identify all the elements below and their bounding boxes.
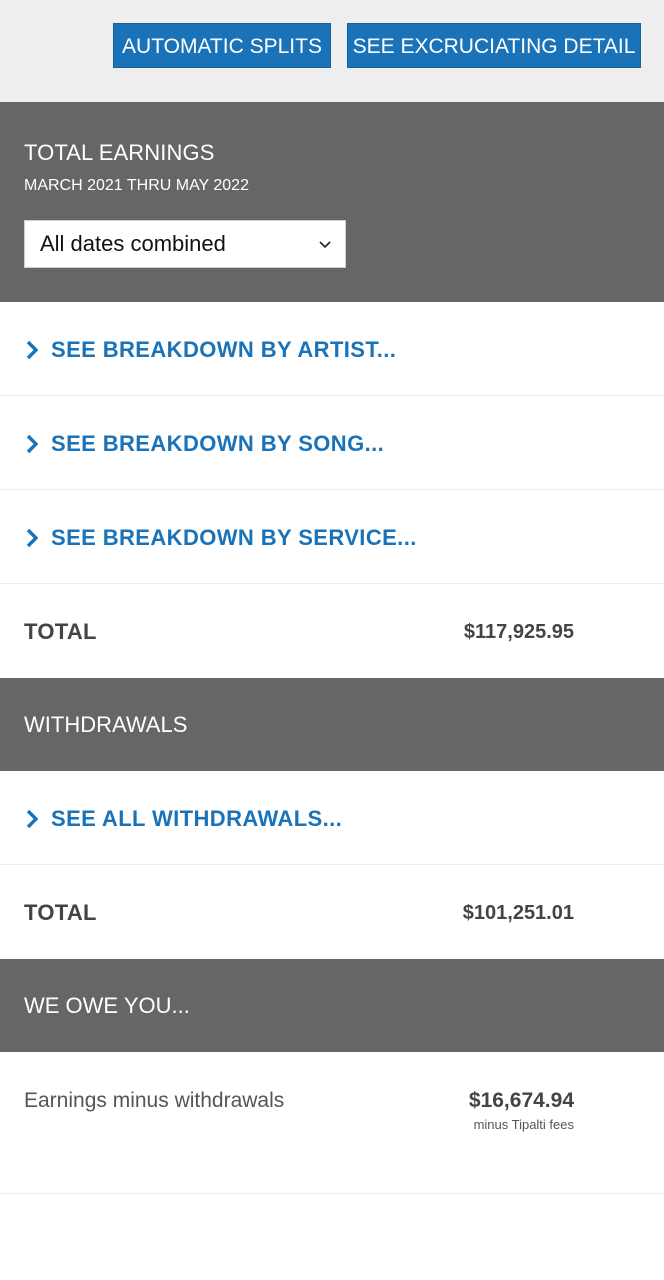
- withdrawals-total-row: TOTAL $101,251.01: [0, 865, 664, 959]
- total-earnings-header: TOTAL EARNINGS MARCH 2021 THRU MAY 2022 …: [0, 102, 664, 302]
- date-range-select[interactable]: All dates combined: [24, 220, 346, 268]
- chevron-right-icon: [26, 809, 38, 829]
- date-range-label: MARCH 2021 THRU MAY 2022: [24, 177, 249, 194]
- breakdown-by-artist-label: SEE BREAKDOWN BY ARTIST...: [51, 337, 397, 362]
- automatic-splits-button[interactable]: AUTOMATIC SPLITS: [113, 23, 331, 68]
- total-earnings-title: TOTAL EARNINGS: [24, 140, 215, 165]
- chevron-down-icon: [319, 241, 331, 249]
- earnings-total-row: TOTAL $117,925.95: [0, 584, 664, 678]
- balance-fee-note: minus Tipalti fees: [473, 1117, 574, 1132]
- chevron-right-icon: [26, 528, 38, 548]
- chevron-right-icon: [26, 340, 38, 360]
- balance-label: Earnings minus withdrawals: [24, 1089, 285, 1112]
- date-select-value: All dates combined: [40, 231, 226, 256]
- we-owe-you-title: WE OWE YOU...: [24, 993, 190, 1018]
- withdrawals-total-label: TOTAL: [24, 900, 97, 925]
- earnings-total-label: TOTAL: [24, 619, 97, 644]
- we-owe-you-header: WE OWE YOU...: [0, 959, 664, 1052]
- breakdown-by-song-label: SEE BREAKDOWN BY SONG...: [51, 431, 385, 456]
- breakdown-by-service-link[interactable]: SEE BREAKDOWN BY SERVICE...: [0, 490, 664, 584]
- balance-value: $16,674.94: [468, 1089, 574, 1112]
- withdrawals-header: WITHDRAWALS: [0, 678, 664, 771]
- earnings-total-value: $117,925.95: [463, 621, 574, 643]
- chevron-right-icon: [26, 434, 38, 454]
- breakdown-by-song-link[interactable]: SEE BREAKDOWN BY SONG...: [0, 396, 664, 490]
- withdrawals-title: WITHDRAWALS: [24, 712, 188, 737]
- breakdown-by-service-label: SEE BREAKDOWN BY SERVICE...: [51, 525, 417, 550]
- see-excruciating-detail-button[interactable]: SEE EXCRUCIATING DETAIL: [347, 23, 641, 68]
- breakdown-by-artist-link[interactable]: SEE BREAKDOWN BY ARTIST...: [0, 302, 664, 396]
- top-toolbar: AUTOMATIC SPLITS SEE EXCRUCIATING DETAIL: [0, 0, 664, 102]
- withdrawals-total-value: $101,251.01: [462, 902, 574, 924]
- balance-row: Earnings minus withdrawals $16,674.94 mi…: [0, 1052, 664, 1194]
- see-all-withdrawals-link[interactable]: SEE ALL WITHDRAWALS...: [0, 771, 664, 865]
- see-all-withdrawals-label: SEE ALL WITHDRAWALS...: [51, 806, 343, 831]
